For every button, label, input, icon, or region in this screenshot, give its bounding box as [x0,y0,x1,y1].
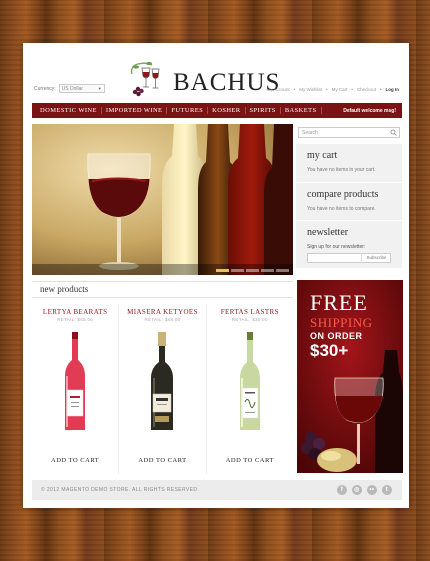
compare-block: compare products You have no items to co… [296,182,402,220]
newsletter-label: Sign up for our newsletter: [307,244,366,250]
currency-select[interactable]: US Dollar ▼ [58,84,105,93]
product-price: RETAIL: $48.00 [144,317,181,322]
my-cart-block: my cart You have no items in your cart. [296,144,402,182]
free-shipping-banner[interactable]: FREE SHIPPING ON ORDER $30+ [297,280,403,473]
slide-dot[interactable] [246,269,259,272]
product-name[interactable]: MIASERA KETYOES [119,308,205,316]
link-log-in[interactable]: Log In [386,87,400,92]
site-logo[interactable]: BACHUS [126,60,279,100]
promo-shipping-text: SHIPPING [310,315,373,330]
copyright-text: © 2012 MAGENTO DEMO STORE. ALL RIGHTS RE… [41,487,200,493]
link-my-cart[interactable]: My Cart [332,87,348,92]
product-name[interactable]: FERTAS LASTRS [207,308,293,316]
slide-dot[interactable] [261,269,274,272]
add-to-cart-button[interactable]: ADD TO CART [119,457,205,464]
nav-item-domestic-wine[interactable]: DOMESTIC WINE [36,107,102,114]
page-container: Currency: US Dollar ▼ BACHUS My Account [23,43,409,508]
product-price: RETAIL: $30.00 [231,317,268,322]
currency-switcher: Currency: US Dollar ▼ [34,84,105,93]
slide-dot[interactable] [231,269,244,272]
search-icon[interactable] [390,129,397,136]
nav-item-imported-wine[interactable]: IMPORTED WINE [102,107,168,114]
currency-value: US Dollar [61,86,84,92]
wine-glasses-logo-icon [130,61,160,97]
nav-item-spirits[interactable]: SPIRITS [246,107,281,114]
product-name[interactable]: LERTYA BEARATS [32,308,118,316]
product-price: RETAIL: $65.00 [57,317,94,322]
product-image-champagne-bottle[interactable] [147,332,177,432]
product-grid: LERTYA BEARATS RETAIL: $65.00 ADD TO CAR… [32,304,293,474]
social-links: f ◎ •• t [337,485,392,495]
product-image-white-wine-bottle[interactable] [235,332,265,432]
sidebar: Search my cart You have no items in your… [296,124,402,268]
link-my-account[interactable]: My Account [266,87,289,92]
main-nav: DOMESTIC WINE IMPORTED WINE FUTURES KOSH… [32,103,402,118]
add-to-cart-button[interactable]: ADD TO CART [207,457,293,464]
search-placeholder: Search [302,130,318,136]
search-input[interactable]: Search [298,127,400,138]
currency-label: Currency: [34,85,56,92]
top-links: My Account • My Wishlist • My Cart • Che… [266,87,399,92]
footer: © 2012 MAGENTO DEMO STORE. ALL RIGHTS RE… [32,480,402,500]
my-cart-title: my cart [307,150,338,161]
promo-amount-text: $30+ [310,341,349,360]
compare-text: You have no items to compare. [307,206,376,212]
promo-on-order-text: ON ORDER [310,331,363,341]
flickr-icon[interactable]: •• [367,485,377,495]
newsletter-form: Subscribe [307,253,392,263]
compare-title: compare products [307,189,379,200]
facebook-icon[interactable]: f [337,485,347,495]
hero-pagination [216,269,289,272]
logo-text: BACHUS [173,69,281,96]
welcome-message: Default welcome msg! [343,107,396,114]
promo-free-text: FREE [310,290,368,315]
nav-item-futures[interactable]: FUTURES [167,107,209,114]
my-cart-text: You have no items in your cart. [307,167,376,173]
new-products-title: new products [32,281,293,298]
hero-wine-image [32,124,293,275]
product-card: LERTYA BEARATS RETAIL: $65.00 ADD TO CAR… [32,304,120,474]
product-card: FERTAS LASTRS RETAIL: $30.00 ADD TO CART [207,304,293,474]
subscribe-button[interactable]: Subscribe [361,253,391,263]
link-checkout[interactable]: Checkout [357,87,376,92]
nav-item-baskets[interactable]: BASKETS [281,107,322,114]
twitter-icon[interactable]: t [382,485,392,495]
product-image-rose-bottle[interactable] [60,332,90,432]
product-card: MIASERA KETYOES RETAIL: $48.00 ADD TO CA… [119,304,207,474]
nav-item-kosher[interactable]: KOSHER [208,107,246,114]
globe-icon[interactable]: ◎ [352,485,362,495]
hero-slider[interactable] [32,124,293,275]
slide-dot[interactable] [276,269,289,272]
chevron-down-icon: ▼ [97,86,102,91]
slide-dot[interactable] [216,269,229,272]
add-to-cart-button[interactable]: ADD TO CART [32,457,118,464]
link-my-wishlist[interactable]: My Wishlist [299,87,322,92]
newsletter-block: newsletter Sign up for our newsletter: S… [296,220,402,268]
newsletter-title: newsletter [307,227,349,238]
